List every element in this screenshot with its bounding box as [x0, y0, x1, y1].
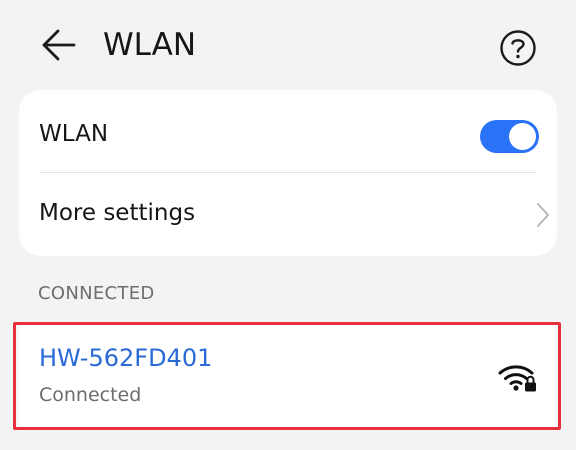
wlan-toggle-label: WLAN: [39, 121, 109, 147]
help-icon[interactable]: [499, 29, 537, 67]
toggle-knob: [509, 123, 536, 150]
connected-network-item[interactable]: HW-562FD401 Connected: [19, 322, 557, 428]
wlan-toggle-switch[interactable]: [480, 120, 539, 153]
top-app-bar: WLAN: [0, 0, 576, 90]
page-title: WLAN: [103, 27, 197, 63]
more-settings-row[interactable]: More settings: [19, 173, 557, 255]
back-arrow-icon[interactable]: [38, 26, 78, 66]
more-settings-label: More settings: [39, 200, 196, 226]
wlan-settings-card: WLAN More settings: [19, 90, 557, 256]
wifi-signal-locked-icon: [498, 361, 538, 393]
chevron-right-icon: [535, 202, 551, 228]
connected-section-header: CONNECTED: [38, 283, 155, 304]
network-ssid: HW-562FD401: [39, 344, 213, 372]
network-status: Connected: [39, 384, 142, 406]
wlan-toggle-row[interactable]: WLAN: [19, 90, 557, 172]
